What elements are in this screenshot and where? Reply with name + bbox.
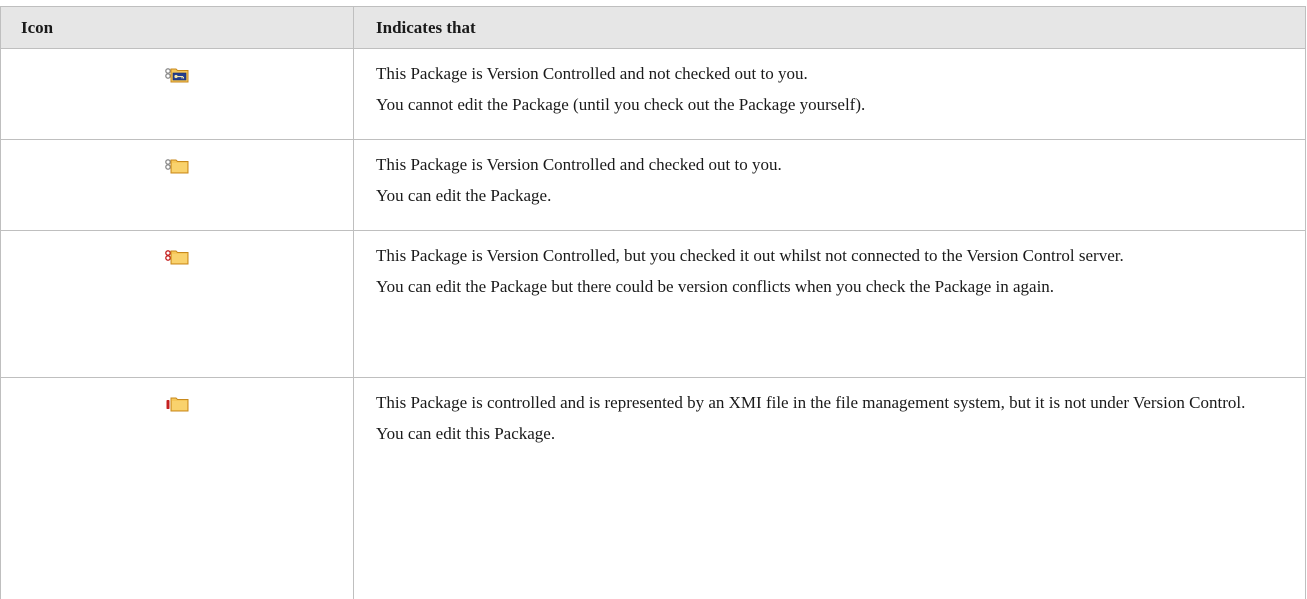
description-line: You cannot edit the Package (until you c…: [376, 95, 866, 114]
description-line: You can edit the Package but there could…: [376, 277, 1055, 296]
table-row: This Package is Version Controlled, but …: [0, 230, 1306, 378]
description-line: This Package is Version Controlled and c…: [376, 155, 782, 174]
description-cell: This Package is Version Controlled, but …: [353, 230, 1306, 378]
description-cell: This Package is Version Controlled and n…: [353, 48, 1306, 140]
table-row: This Package is Version Controlled and n…: [0, 48, 1306, 140]
description-cell: This Package is controlled and is repres…: [353, 377, 1306, 599]
version-controlled-checked-out-package-icon: [165, 159, 189, 174]
icon-cell: [0, 139, 354, 231]
table-header-row: Icon Indicates that: [0, 6, 1306, 49]
description-line: You can edit the Package.: [376, 186, 552, 205]
controlled-xmi-package-icon: [166, 397, 189, 412]
icon-cell: [0, 377, 354, 599]
version-controlled-checked-in-package-icon: [165, 68, 189, 83]
icon-cell: [0, 48, 354, 140]
description-cell: This Package is Version Controlled and c…: [353, 139, 1306, 231]
description-line: This Package is controlled and is repres…: [376, 393, 1246, 412]
header-icon: Icon: [0, 6, 354, 49]
description-line: You can edit this Package.: [376, 424, 556, 443]
description-line: This Package is Version Controlled, but …: [376, 246, 1124, 265]
icon-legend-table: Icon Indicates that This Package is Vers…: [0, 6, 1306, 599]
table-row: This Package is Version Controlled and c…: [0, 139, 1306, 231]
table-row: This Package is controlled and is repres…: [0, 377, 1306, 599]
icon-cell: [0, 230, 354, 378]
version-controlled-offline-checked-out-package-icon: [165, 250, 189, 265]
header-indicates-that: Indicates that: [353, 6, 1306, 49]
description-line: This Package is Version Controlled and n…: [376, 64, 808, 83]
